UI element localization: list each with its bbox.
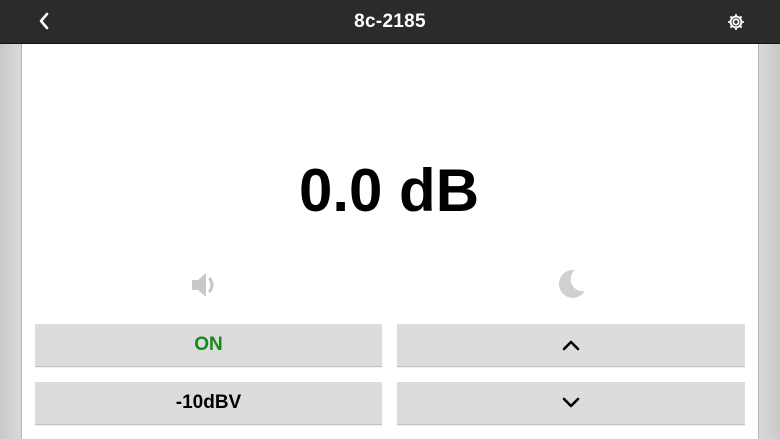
input-sensitivity-label: -10dBV bbox=[175, 392, 242, 413]
volume-down-button[interactable] bbox=[397, 382, 745, 425]
app-frame: 8c-2185 0.0 dB ON -10dBV bbox=[0, 0, 780, 439]
moon-icon bbox=[558, 269, 585, 298]
chevron-down-icon bbox=[562, 397, 580, 408]
settings-button[interactable] bbox=[722, 8, 750, 36]
chevron-up-icon bbox=[562, 340, 580, 351]
mute-toggle[interactable] bbox=[186, 266, 224, 304]
top-bar: 8c-2185 bbox=[0, 0, 780, 44]
speaker-icon bbox=[192, 273, 214, 297]
input-sensitivity-button[interactable]: -10dBV bbox=[35, 382, 382, 425]
volume-level-display: 0.0 dB bbox=[298, 156, 480, 224]
volume-up-button[interactable] bbox=[397, 324, 745, 367]
power-button[interactable]: ON bbox=[35, 324, 382, 367]
sleep-toggle[interactable] bbox=[552, 265, 590, 303]
page-title: 8c-2185 bbox=[354, 10, 426, 32]
gear-icon bbox=[728, 14, 744, 30]
power-button-label: ON bbox=[194, 334, 223, 355]
